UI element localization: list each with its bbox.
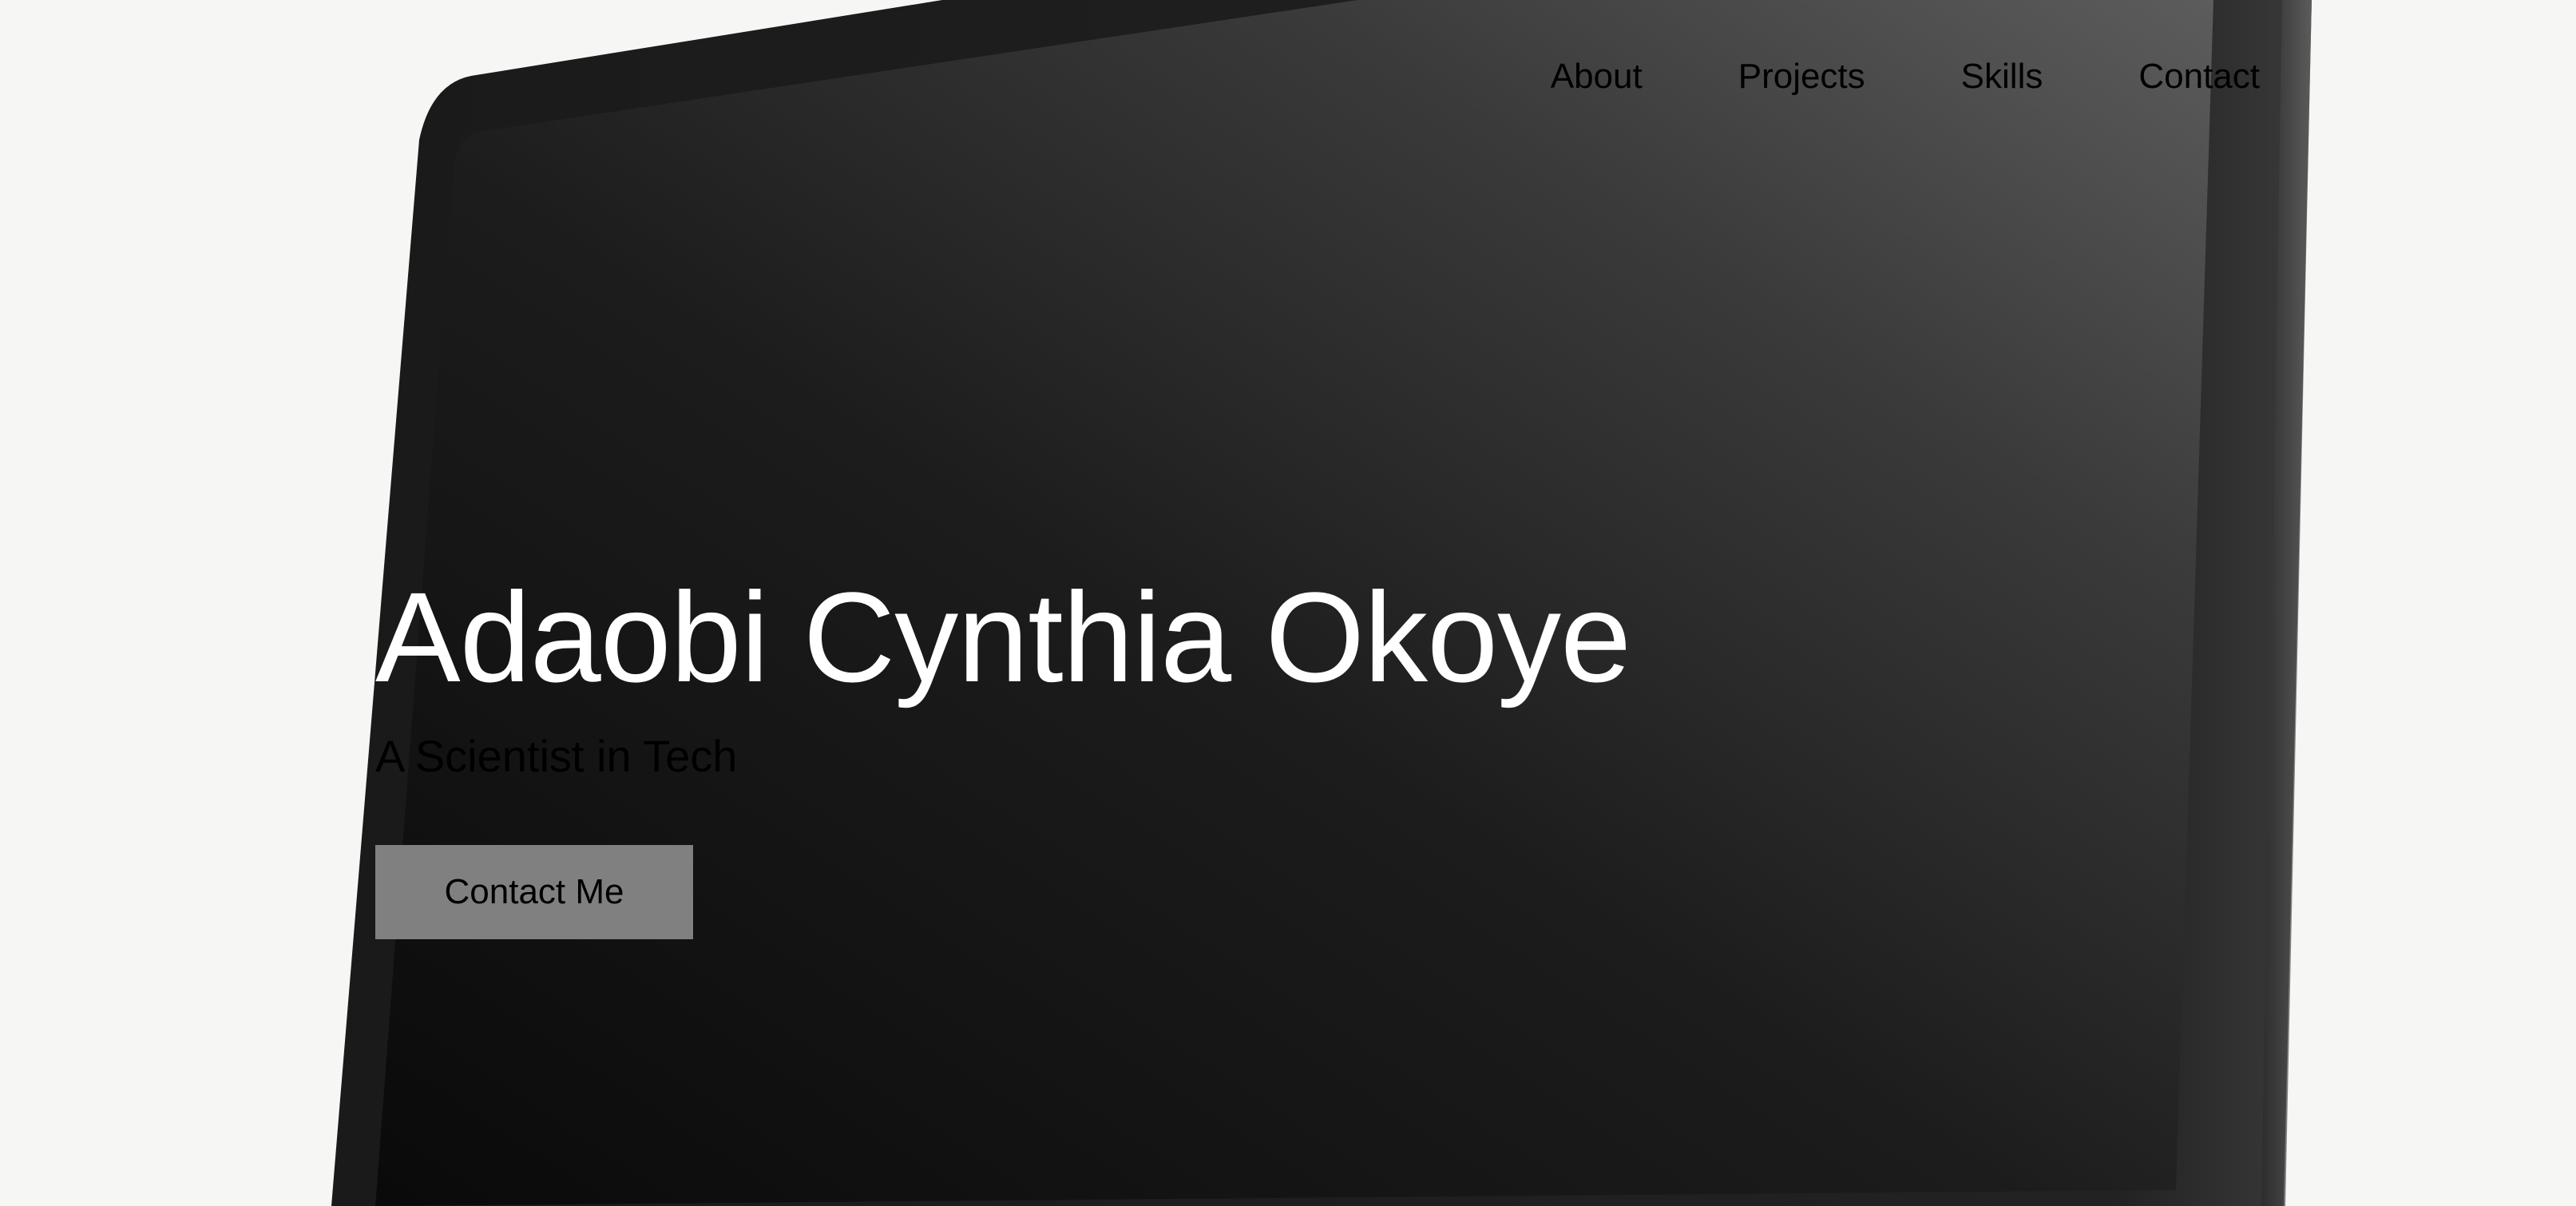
- contact-me-button[interactable]: Contact Me: [375, 845, 693, 939]
- nav-link-contact[interactable]: Contact: [2138, 53, 2260, 101]
- main-nav: About Projects Skills Contact: [1551, 53, 2260, 101]
- hero-title: Adaobi Cynthia Okoye: [375, 565, 1631, 708]
- portfolio-page: About Projects Skills Contact Adaobi Cyn…: [0, 0, 2576, 1206]
- hero-subtitle: A Scientist in Tech: [375, 731, 738, 781]
- nav-link-skills[interactable]: Skills: [1961, 53, 2043, 101]
- hero-section: Adaobi Cynthia Okoye A Scientist in Tech…: [375, 573, 1631, 939]
- nav-link-projects[interactable]: Projects: [1738, 53, 1865, 101]
- nav-link-about[interactable]: About: [1551, 53, 1643, 101]
